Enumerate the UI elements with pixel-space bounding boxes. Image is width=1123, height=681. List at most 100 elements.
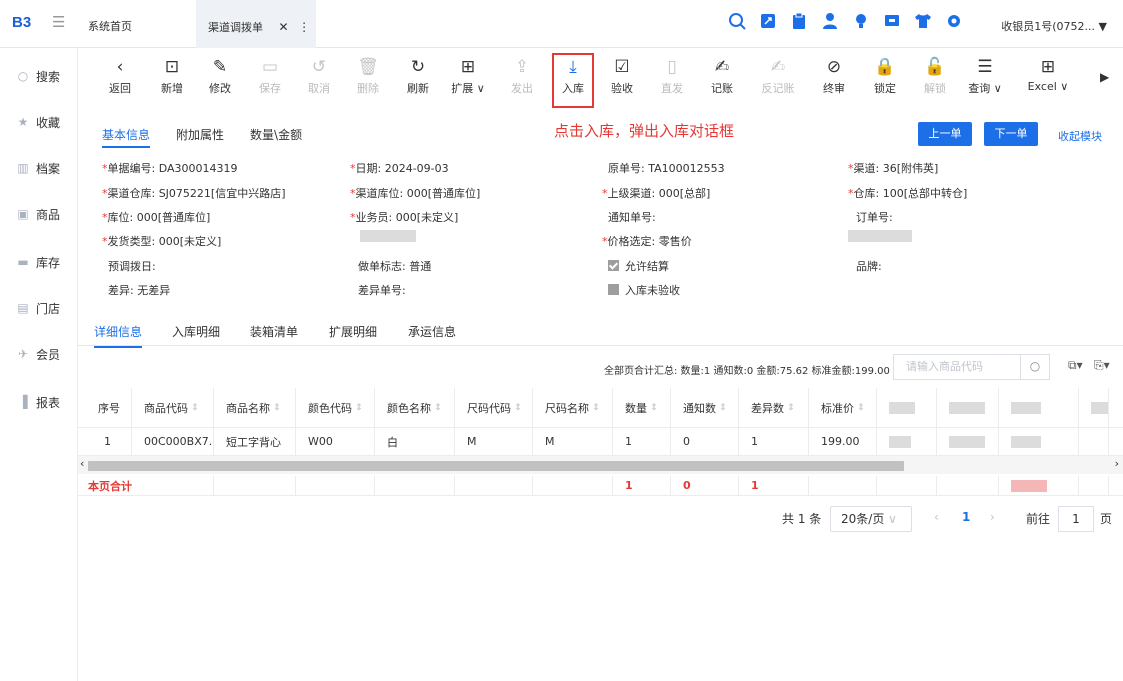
field-ship-type[interactable]: *发货类型: 000[未定义] (102, 233, 221, 249)
total-cell (1079, 476, 1109, 495)
field-parent-channel[interactable]: *上级渠道: 000[总部] (602, 185, 710, 201)
tab-carrier-info[interactable]: 承运信息 (408, 323, 456, 340)
screen-icon[interactable] (883, 12, 901, 30)
col-size-name[interactable]: 尺码名称 ⇕ (533, 388, 613, 427)
next-doc-button[interactable]: 下一单 (984, 122, 1038, 146)
product-code-search-input[interactable]: 请输入商品代码 (893, 354, 1020, 380)
field-date[interactable]: *日期: 2024-09-03 (350, 160, 449, 176)
search-icon[interactable]: ○ (1020, 354, 1050, 380)
field-location[interactable]: *库位: 000[普通库位] (102, 209, 210, 225)
tab-basic-info[interactable]: 基本信息 (102, 126, 151, 148)
col-qty[interactable]: 数量 ⇕ (613, 388, 671, 427)
scrollbar-thumb[interactable] (88, 461, 904, 471)
unlock-button[interactable]: 🔓 解锁 (913, 56, 957, 102)
search-icon[interactable] (728, 12, 746, 30)
field-allow-settle[interactable]: 允许结算 (608, 258, 669, 274)
query-button[interactable]: ☰ 查询 ∨ (963, 56, 1007, 102)
sidebar-item-report[interactable]: ▐ 报表 (0, 392, 78, 412)
col-notice[interactable]: 通知数 ⇕ (671, 388, 739, 427)
post-button[interactable]: ✍ 记账 (700, 56, 744, 102)
page-size-select[interactable]: 20条/页 ∨ (830, 506, 912, 532)
prev-page-icon[interactable]: ‹ (934, 510, 939, 524)
col-diff[interactable]: 差异数 ⇕ (739, 388, 809, 427)
extend-button[interactable]: ⊞ 扩展 ∨ (446, 56, 490, 102)
sidebar-item-search[interactable]: ○ 搜索 (0, 66, 78, 86)
col-color-name[interactable]: 颜色名称 ⇕ (375, 388, 455, 427)
direct-ship-button[interactable]: ▯ 直发 (650, 56, 694, 102)
field-order-no: 订单号: (856, 211, 893, 224)
unlock-icon: 🔓 (924, 57, 946, 77)
prev-doc-button[interactable]: 上一单 (918, 122, 972, 146)
col-redacted (937, 388, 999, 427)
user-icon[interactable] (821, 12, 839, 30)
tab-qty-amount[interactable]: 数量\金额 (250, 126, 302, 148)
edit-button[interactable]: ✎ 修改 (198, 56, 242, 102)
cell-seq: 1 (78, 428, 132, 455)
sidebar-item-member[interactable]: ✈ 会员 (0, 344, 78, 364)
cell-diff: 1 (739, 428, 809, 455)
col-size-code[interactable]: 尺码代码 ⇕ (455, 388, 533, 427)
lock-button[interactable]: 🔒 锁定 (863, 56, 907, 102)
scroll-left-icon[interactable]: ‹ (80, 457, 84, 470)
field-salesman[interactable]: *业务员: 000[未定义] (350, 209, 458, 225)
clipboard-icon[interactable] (790, 12, 808, 30)
add-button[interactable]: ⊡ 新增 (150, 56, 194, 102)
excel-button[interactable]: ⊞ Excel ∨ (1022, 56, 1074, 102)
cancel-button[interactable]: ↺ 取消 (297, 56, 341, 102)
final-review-button[interactable]: ⊘ 终审 (812, 56, 856, 102)
fullscreen-icon[interactable] (759, 12, 777, 30)
refresh-button[interactable]: ↻ 刷新 (396, 56, 440, 102)
scroll-right-icon[interactable]: › (1115, 457, 1119, 470)
next-page-icon[interactable]: › (990, 510, 995, 524)
field-warehouse[interactable]: *仓库: 100[总部中转仓] (848, 185, 967, 201)
tab-home[interactable]: 系统首页 (88, 0, 132, 48)
sidebar-item-product[interactable]: ▣ 商品 (0, 204, 78, 224)
menu-toggle-icon[interactable]: ☰ (52, 13, 65, 31)
toolbar-more-icon[interactable]: ▶ (1100, 70, 1109, 84)
delete-button[interactable]: 🗑 删除 (346, 56, 390, 102)
col-product-name[interactable]: 商品名称 ⇕ (214, 388, 296, 427)
lightbulb-icon[interactable] (852, 12, 870, 30)
horizontal-scrollbar[interactable]: ‹ › (78, 456, 1123, 474)
column-settings-icon[interactable]: ⧉▾ (1068, 358, 1083, 373)
checkbox-icon[interactable] (608, 284, 619, 295)
inspect-button[interactable]: ☑ 验收 (600, 56, 644, 102)
sidebar-item-archive[interactable]: ▥ 档案 (0, 158, 78, 178)
table-row[interactable]: 1 00C000BX7... 短工字背心 W00 白 M M 1 0 1 199… (78, 428, 1123, 456)
goto-page-input[interactable]: 1 (1058, 506, 1094, 532)
tab-detail-info[interactable]: 详细信息 (94, 323, 143, 348)
field-channel[interactable]: *渠道: 36[附伟英] (848, 160, 938, 176)
col-color-code[interactable]: 颜色代码 ⇕ (296, 388, 375, 427)
post-icon: ✍ (714, 57, 730, 77)
close-icon[interactable]: ✕ (279, 20, 289, 34)
send-button[interactable]: ⇪ 发出 (500, 56, 544, 102)
more-icon[interactable]: ⋮ (298, 20, 310, 34)
field-price-select[interactable]: *价格选定: 零售价 (602, 233, 692, 249)
save-button[interactable]: ▭ 保存 (248, 56, 292, 102)
copy-icon[interactable]: ⎘▾ (1094, 358, 1110, 373)
collapse-link[interactable]: 收起模块 (1058, 128, 1102, 144)
back-button[interactable]: ‹ 返回 (98, 56, 142, 102)
user-menu[interactable]: 收银员1号(0752... ▼ (1001, 18, 1107, 34)
col-std-price[interactable]: 标准价 ⇕ (809, 388, 877, 427)
checkbox-checked-icon[interactable] (608, 260, 619, 271)
tab-stock-in-detail[interactable]: 入库明细 (172, 323, 220, 340)
lock-icon: 🔒 (874, 57, 896, 77)
shirt-icon[interactable] (914, 12, 932, 30)
sidebar-item-store[interactable]: ▤ 门店 (0, 298, 78, 318)
gear-icon[interactable] (945, 12, 963, 30)
sidebar-item-favorites[interactable]: ★ 收藏 (0, 112, 78, 132)
col-product-code[interactable]: 商品代码 ⇕ (132, 388, 214, 427)
field-channel-warehouse[interactable]: *渠道仓库: SJ075221[信宜中兴路店] (102, 185, 286, 201)
tab-extended-detail[interactable]: 扩展明细 (329, 323, 377, 340)
redacted-value (1011, 435, 1041, 448)
tab-channel-transfer[interactable]: 渠道调拨单 ✕ ⋮ (196, 0, 316, 48)
star-icon: ★ (17, 115, 29, 129)
field-stock-unchecked[interactable]: 入库未验收 (608, 282, 680, 298)
field-channel-location[interactable]: *渠道库位: 000[普通库位] (350, 185, 480, 201)
unpost-button[interactable]: ✍ 反记账 (756, 56, 800, 102)
sidebar-item-inventory[interactable]: ▬ 库存 (0, 252, 78, 272)
tab-packing-list[interactable]: 装箱清单 (250, 323, 298, 340)
current-page[interactable]: 1 (962, 510, 970, 524)
tab-extra-attrs[interactable]: 附加属性 (176, 126, 224, 148)
